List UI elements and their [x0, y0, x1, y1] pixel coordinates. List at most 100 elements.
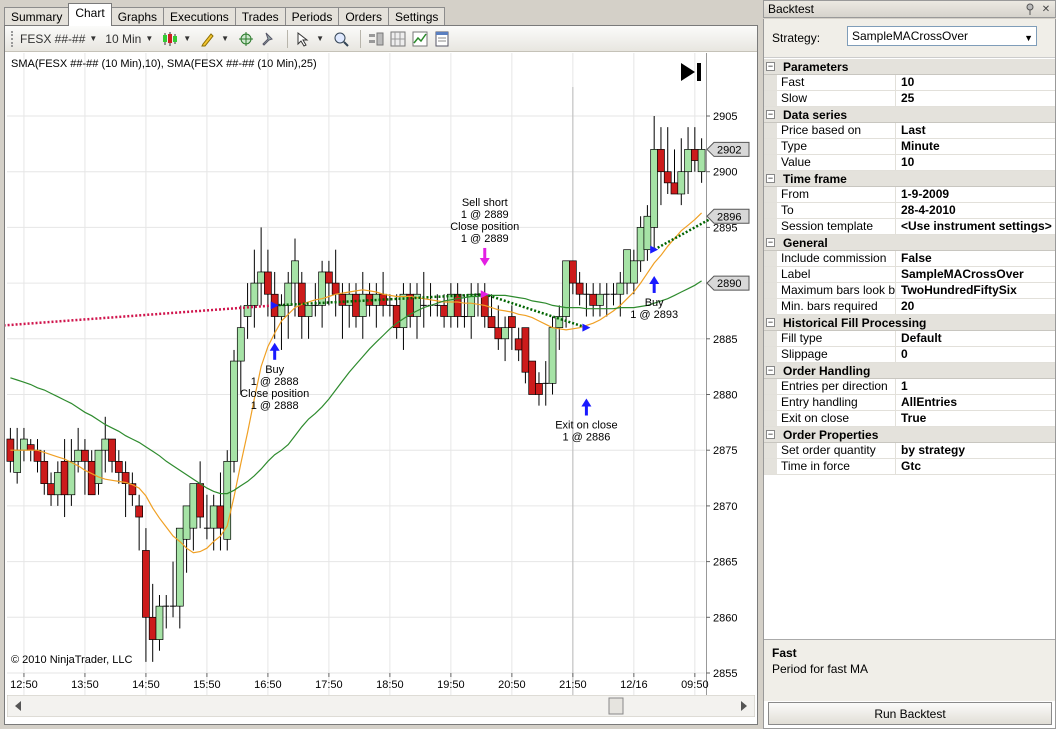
property-include-commission[interactable]: Include commission False — [764, 251, 1055, 267]
tab-graphs[interactable]: Graphs — [110, 7, 165, 26]
property-value[interactable]: 20 — [896, 299, 1055, 314]
property-time-in-force[interactable]: Time in force Gtc — [764, 459, 1055, 475]
pin-icon[interactable] — [1023, 2, 1037, 16]
property-fast[interactable]: Fast 10 — [764, 75, 1055, 91]
property-value[interactable]: 1 — [896, 379, 1055, 394]
property-value[interactable]: True — [896, 411, 1055, 426]
property-value[interactable]: 10 — [896, 75, 1055, 90]
collapse-icon[interactable]: − — [764, 171, 777, 187]
price-chart[interactable]: 2855 2860 2865 2870 2875 2880 2885 2890 2895 2900… — [5, 53, 757, 695]
pointer-icon[interactable] — [294, 30, 312, 48]
property-name: Include commission — [777, 251, 896, 266]
tab-summary[interactable]: Summary — [4, 7, 70, 26]
pin-icon[interactable] — [259, 30, 277, 48]
category-data-series[interactable]: − Data series — [764, 107, 1055, 123]
candle-body — [338, 293, 347, 306]
property-entries-per-direction[interactable]: Entries per direction 1 — [764, 379, 1055, 395]
interval-dropdown-icon[interactable]: ▼ — [145, 34, 153, 43]
property-slow[interactable]: Slow 25 — [764, 91, 1055, 107]
property-fill-type[interactable]: Fill type Default — [764, 331, 1055, 347]
candlestick-icon[interactable] — [161, 30, 179, 48]
property-price-based-on[interactable]: Price based on Last — [764, 123, 1055, 139]
property-value[interactable]: TwoHundredFiftySix — [896, 283, 1055, 298]
property-set-order-quantity[interactable]: Set order quantity by strategy — [764, 443, 1055, 459]
x-tick-label: 13:50 — [71, 679, 99, 691]
property-value[interactable]: <Use instrument settings> — [896, 219, 1055, 234]
category-order-properties[interactable]: − Order Properties — [764, 427, 1055, 443]
property-to[interactable]: To 28-4-2010 — [764, 203, 1055, 219]
price-axis: 2855286028652870287528802885289028952900… — [706, 111, 737, 680]
candle-body — [487, 316, 496, 329]
collapse-icon[interactable]: − — [764, 107, 777, 123]
collapse-icon[interactable]: − — [764, 235, 777, 251]
property-slippage[interactable]: Slippage 0 — [764, 347, 1055, 363]
collapse-icon[interactable]: − — [764, 59, 777, 75]
property-value[interactable]: 28-4-2010 — [896, 203, 1055, 218]
chart-style-dropdown-icon[interactable]: ▼ — [183, 34, 191, 43]
collapse-icon[interactable]: − — [764, 427, 777, 443]
property-value[interactable]: by strategy — [896, 443, 1055, 458]
scroll-thumb[interactable] — [608, 697, 624, 715]
property-value[interactable]: Value 10 — [764, 155, 1055, 171]
property-value[interactable]: 10 — [896, 155, 1055, 170]
price-tag: 2902 — [706, 141, 750, 157]
property-name: From — [777, 187, 896, 202]
category-general[interactable]: − General — [764, 235, 1055, 251]
property-value[interactable]: Default — [896, 331, 1055, 346]
property-from[interactable]: From 1-9-2009 — [764, 187, 1055, 203]
property-label[interactable]: Label SampleMACrossOver — [764, 267, 1055, 283]
property-value[interactable]: 0 — [896, 347, 1055, 362]
property-exit-on-close[interactable]: Exit on close True — [764, 411, 1055, 427]
strategy-select[interactable]: SampleMACrossOver ▼ — [847, 26, 1037, 46]
annotation-text: Exit on close — [555, 420, 617, 432]
crosshair-icon[interactable] — [237, 30, 255, 48]
candle-body — [643, 215, 652, 251]
tab-settings[interactable]: Settings — [388, 7, 446, 26]
chart-scrollbar[interactable] — [7, 695, 755, 717]
property-value[interactable]: Gtc — [896, 459, 1055, 474]
instrument-selector[interactable]: FESX ##-## — [20, 32, 85, 46]
tab-chart[interactable]: Chart — [68, 3, 112, 26]
grid-icon[interactable] — [389, 30, 407, 48]
tab-trades[interactable]: Trades — [234, 7, 286, 26]
property-session-template[interactable]: Session template <Use instrument settings… — [764, 219, 1055, 235]
collapse-icon[interactable]: − — [764, 363, 777, 379]
toolbar-grip[interactable] — [11, 30, 14, 47]
bars-icon[interactable] — [367, 30, 385, 48]
category-parameters[interactable]: − Parameters — [764, 59, 1055, 75]
property-entry-handling[interactable]: Entry handling AllEntries — [764, 395, 1055, 411]
drawing-dropdown-icon[interactable]: ▼ — [221, 34, 229, 43]
chart-icon[interactable] — [411, 30, 429, 48]
instrument-dropdown-icon[interactable]: ▼ — [89, 34, 97, 43]
category-order-handling[interactable]: − Order Handling — [764, 363, 1055, 379]
panel-icon[interactable] — [433, 30, 451, 48]
pointer-dropdown-icon[interactable]: ▼ — [316, 34, 324, 43]
zoom-icon[interactable] — [332, 30, 350, 48]
tab-executions[interactable]: Executions — [163, 7, 236, 26]
property-value[interactable]: 1-9-2009 — [896, 187, 1055, 202]
category-historical-fill-processing[interactable]: − Historical Fill Processing — [764, 315, 1055, 331]
pencil-icon[interactable] — [199, 30, 217, 48]
property-min-bars-required[interactable]: Min. bars required 20 — [764, 299, 1055, 315]
annotation-text: 1 @ 2893 — [630, 309, 678, 321]
property-value[interactable]: AllEntries — [896, 395, 1055, 410]
property-value[interactable]: Minute — [896, 139, 1055, 154]
interval-selector[interactable]: 10 Min — [105, 32, 141, 46]
candle-body — [40, 460, 49, 484]
property-type[interactable]: Type Minute — [764, 139, 1055, 155]
tab-periods[interactable]: Periods — [284, 7, 340, 26]
go-to-end-icon[interactable] — [681, 63, 701, 81]
chevron-down-icon[interactable]: ▼ — [1024, 31, 1033, 45]
close-icon[interactable]: ✕ — [1039, 2, 1053, 16]
property-maximum-bars-look-back[interactable]: Maximum bars look backTwoHundredFiftySix — [764, 283, 1055, 299]
property-value[interactable]: 25 — [896, 91, 1055, 106]
property-value[interactable]: False — [896, 251, 1055, 266]
collapse-icon[interactable]: − — [764, 315, 777, 331]
run-backtest-button[interactable]: Run Backtest — [768, 702, 1052, 725]
property-value[interactable]: Last — [896, 123, 1055, 138]
tab-orders[interactable]: Orders — [338, 7, 390, 26]
property-value[interactable]: SampleMACrossOver — [896, 267, 1055, 282]
row-gutter — [764, 347, 777, 362]
category-time-frame[interactable]: − Time frame — [764, 171, 1055, 187]
property-name: Exit on close — [777, 411, 896, 426]
